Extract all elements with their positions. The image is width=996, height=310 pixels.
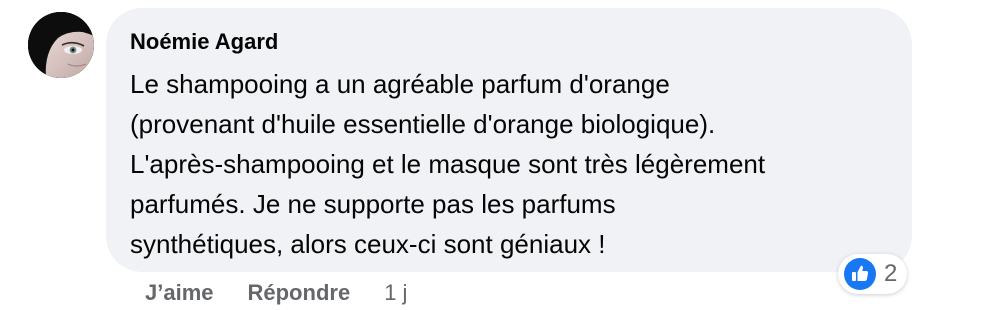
avatar-image: [28, 12, 94, 78]
reaction-count: 2: [884, 260, 898, 287]
like-icon: [844, 258, 876, 290]
comment-text: Le shampooing a un agréable parfum d'ora…: [130, 69, 766, 259]
avatar[interactable]: [28, 12, 94, 78]
reply-button[interactable]: Répondre: [248, 278, 351, 308]
comment: Noémie Agard Le shampooing a un agréable…: [0, 0, 996, 310]
comment-bubble: Noémie Agard Le shampooing a un agréable…: [106, 8, 912, 272]
reactions-badge[interactable]: 2: [838, 254, 908, 294]
like-button[interactable]: J’aime: [145, 278, 214, 308]
author-name[interactable]: Noémie Agard: [130, 28, 888, 56]
comment-actions: J’aime Répondre 1 j: [145, 278, 407, 308]
timestamp[interactable]: 1 j: [384, 278, 407, 308]
